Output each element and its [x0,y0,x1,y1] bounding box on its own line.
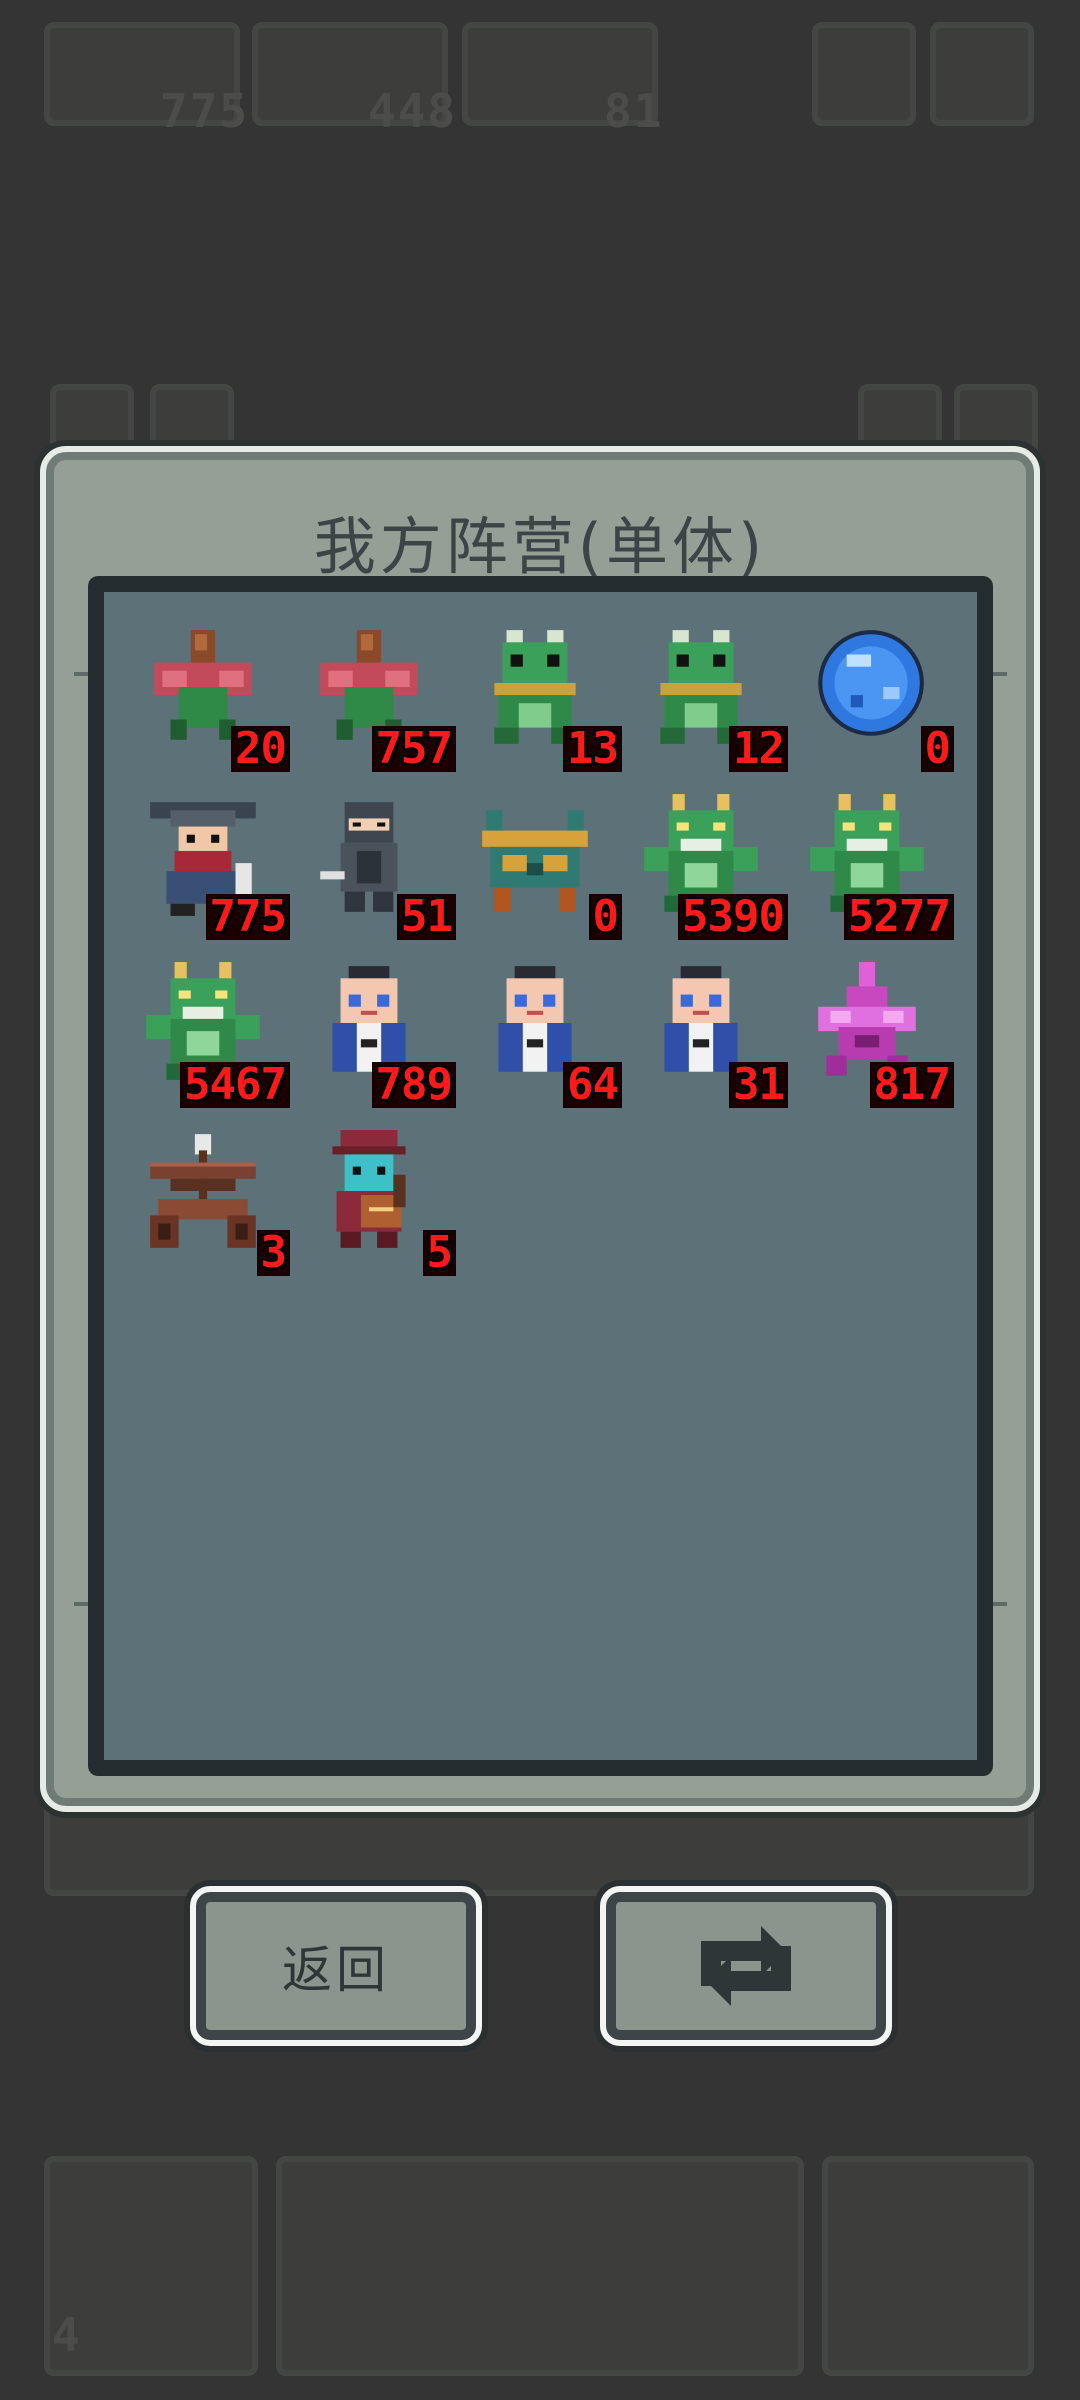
unit-scholar[interactable]: 789 [292,946,458,1114]
unit-count: 757 [371,726,456,772]
unit-count: 20 [231,726,290,772]
unit-blue-musician[interactable]: 5 [292,1114,458,1282]
unit-bearded-general[interactable]: 775 [126,778,292,946]
unit-blue-orb[interactable]: 0 [790,610,956,778]
team-dialog: 我方阵营(单体) 20 757 13 12 0 775 51 0 5390 52… [40,446,1040,1812]
swap-button[interactable] [600,1886,892,2046]
unit-count: 0 [920,726,954,772]
unit-grid: 20 757 13 12 0 775 51 0 5390 5277 5467 7… [126,610,986,1282]
unit-count: 3 [256,1230,290,1276]
unit-count: 31 [729,1062,788,1108]
unit-count: 5 [422,1230,456,1276]
unit-green-dragon[interactable]: 5467 [126,946,292,1114]
unit-count: 5390 [678,894,788,940]
unit-crossbow-cart[interactable]: 3 [126,1114,292,1282]
crossbow-cart-icon [150,1134,256,1248]
bg-counter-2: 448 [368,84,458,138]
unit-count: 51 [397,894,456,940]
unit-scholar[interactable]: 31 [624,946,790,1114]
unit-count: 817 [869,1062,954,1108]
unit-count: 12 [729,726,788,772]
back-button-label: 返回 [282,1941,390,1999]
unit-green-dragon[interactable]: 5390 [624,778,790,946]
blue-orb-icon [818,630,924,736]
bg-counter-3: 81 [604,84,664,138]
unit-count: 64 [563,1062,622,1108]
unit-green-dragon[interactable]: 5277 [790,778,956,946]
unit-mandrake[interactable]: 757 [292,610,458,778]
unit-panel: 20 757 13 12 0 775 51 0 5390 5277 5467 7… [74,576,1007,1776]
unit-bronze-cauldron[interactable]: 0 [458,778,624,946]
unit-ninja[interactable]: 51 [292,778,458,946]
unit-count: 789 [371,1062,456,1108]
unit-count: 5277 [844,894,954,940]
unit-count: 0 [588,894,622,940]
swap-arrows-icon [701,1926,791,2006]
blue-musician-icon [332,1130,406,1248]
unit-count: 775 [205,894,290,940]
unit-count: 5467 [180,1062,290,1108]
unit-frog-soldier[interactable]: 12 [624,610,790,778]
dialog-title: 我方阵营(单体) [313,510,767,583]
bg-counter-4: 4 [52,2308,82,2362]
unit-count: 13 [563,726,622,772]
back-button[interactable]: 返回 [190,1886,482,2046]
unit-mandrake[interactable]: 20 [126,610,292,778]
unit-frog-soldier[interactable]: 13 [458,610,624,778]
unit-pink-flower-beast[interactable]: 817 [790,946,956,1114]
unit-scholar[interactable]: 64 [458,946,624,1114]
bg-counter-1: 775 [160,84,250,138]
bronze-cauldron-icon [482,810,588,912]
